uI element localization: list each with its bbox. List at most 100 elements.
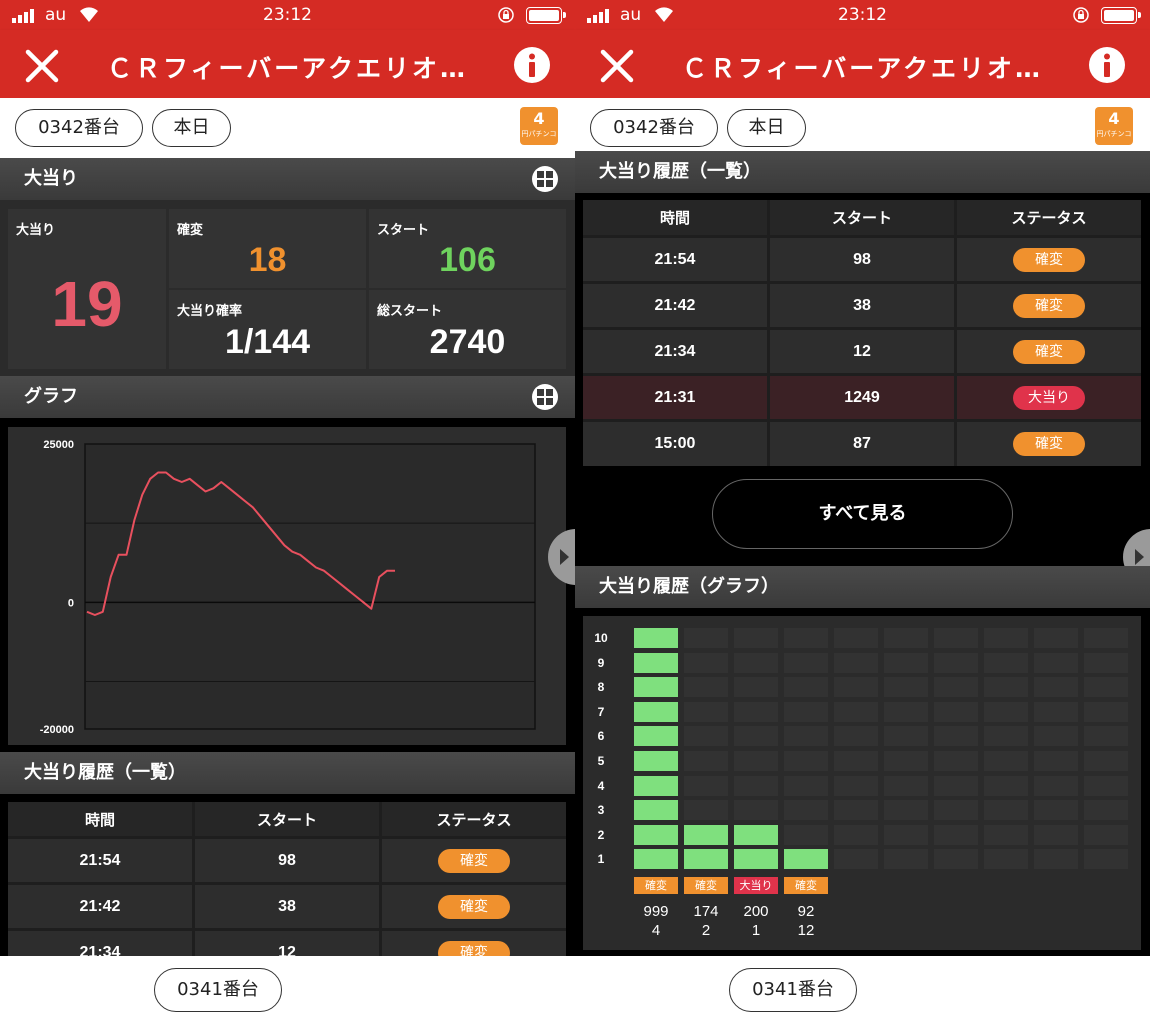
grid-cell xyxy=(734,751,778,771)
table-row[interactable]: 21:42 38 確変 xyxy=(583,284,1141,327)
grid-cell xyxy=(984,800,1028,821)
table-row[interactable]: 21:34 12 確変 xyxy=(583,330,1141,373)
stats-panel: 大当り 19 確変 18 スタート 106 大当り確率 1/144 総スタート … xyxy=(0,200,575,376)
grid-cell xyxy=(884,849,928,870)
info-icon[interactable] xyxy=(1088,46,1126,84)
grid-cell xyxy=(684,726,728,747)
grid-cell xyxy=(984,628,1028,648)
grid-cell xyxy=(834,701,878,722)
status-badge: 大当り xyxy=(1013,385,1085,410)
bar-segment xyxy=(634,677,678,698)
section-header-history-graph: 大当り履歴（グラフ） xyxy=(575,566,1150,608)
row-start: 12 xyxy=(770,330,954,373)
grid-cell xyxy=(784,628,828,648)
see-all-button[interactable]: すべて見る xyxy=(712,479,1013,549)
row-start: 1249 xyxy=(770,376,954,419)
grid-cell xyxy=(934,701,978,722)
grid-cell xyxy=(934,677,978,698)
grid-cell xyxy=(884,701,928,722)
grid-cell xyxy=(884,824,928,845)
machine-number-button[interactable]: 0342番台 xyxy=(590,109,718,147)
day-button[interactable]: 本日 xyxy=(152,109,231,147)
grid-cell xyxy=(834,726,878,747)
y-axis-label: 3 xyxy=(597,803,605,818)
grid-cell xyxy=(1084,800,1128,821)
day-button[interactable]: 本日 xyxy=(727,109,806,147)
bar-segment xyxy=(634,849,678,870)
grid-cell xyxy=(1084,775,1128,796)
plot-area xyxy=(84,443,536,730)
prev-machine-button[interactable]: 0341番台 xyxy=(729,968,857,1012)
row-status: 確変 xyxy=(957,238,1141,281)
grid-icon[interactable] xyxy=(532,166,558,192)
grid-cell xyxy=(984,751,1028,771)
row-status: 確変 xyxy=(957,422,1141,466)
grid-cell xyxy=(784,677,828,698)
grid-icon[interactable] xyxy=(532,384,558,410)
history-table: 時間 スタート ステータス 21:54 98 確変 21:42 38 確変 21… xyxy=(8,802,566,956)
machine-selector-bar: 0342番台 本日 4 円パチンコ xyxy=(0,98,575,158)
grid-cell xyxy=(684,751,728,771)
jackpot-count: 19 xyxy=(51,268,123,340)
battery-icon xyxy=(526,7,566,24)
table-row[interactable]: 21:31 1249 大当り xyxy=(583,376,1141,419)
grid-cell xyxy=(734,677,778,698)
row-time: 21:34 xyxy=(8,931,192,956)
y-axis-label: 8 xyxy=(597,680,605,695)
status-badge: 確変 xyxy=(1013,339,1085,364)
status-badge: 確変 xyxy=(1013,247,1085,272)
bar-status-tag: 大当り xyxy=(734,877,778,894)
grid-cell xyxy=(884,800,928,821)
close-icon[interactable] xyxy=(22,46,62,86)
rate-badge: 4 円パチンコ xyxy=(520,107,558,145)
grid-cell xyxy=(1034,726,1078,747)
bar-segment xyxy=(634,751,678,771)
machine-number-button[interactable]: 0342番台 xyxy=(15,109,143,147)
y-axis-label: 10 xyxy=(594,631,608,645)
bottom-bar: 0341番台 xyxy=(575,956,1150,1024)
grid-cell xyxy=(984,824,1028,845)
grid-cell xyxy=(1034,849,1078,870)
bottom-bar: 0341番台 xyxy=(0,956,575,1024)
grid-cell xyxy=(984,701,1028,722)
grid-cell xyxy=(984,849,1028,870)
prev-machine-button[interactable]: 0341番台 xyxy=(154,968,282,1012)
info-icon[interactable] xyxy=(513,46,551,84)
start-cell: スタート 106 xyxy=(369,209,566,288)
grid-cell xyxy=(834,824,878,845)
kakuhen-count: 18 xyxy=(248,241,287,279)
table-row[interactable]: 21:54 98 確変 xyxy=(8,839,566,882)
header-time: 時間 xyxy=(8,802,192,836)
grid-cell xyxy=(984,677,1028,698)
y-tick-label: 25000 xyxy=(43,439,74,451)
grid-cell xyxy=(1084,849,1128,870)
table-row[interactable]: 21:54 98 確変 xyxy=(583,238,1141,281)
left-screen: au 23:12 ＣＲフィーバーアクエリオ… 0342番台 本日 4 円パチンコ … xyxy=(0,0,575,1024)
row-status: 確変 xyxy=(957,284,1141,327)
table-row[interactable]: 15:00 87 確変 xyxy=(583,422,1141,466)
grid-cell xyxy=(1084,677,1128,698)
y-tick-label: -20000 xyxy=(40,724,74,736)
grid-cell xyxy=(934,652,978,673)
row-status: 確変 xyxy=(382,839,566,882)
table-row[interactable]: 21:42 38 確変 xyxy=(8,885,566,928)
grid-cell xyxy=(984,775,1028,796)
header-start: スタート xyxy=(770,200,954,235)
row-time: 21:54 xyxy=(583,238,767,281)
y-axis-label: 9 xyxy=(597,655,605,670)
y-axis-label: 4 xyxy=(597,778,605,793)
jackpot-count-cell: 大当り 19 xyxy=(8,209,166,369)
bar-status-tag: 確変 xyxy=(634,877,678,894)
grid-cell xyxy=(684,775,728,796)
rotation-lock-icon xyxy=(1073,7,1089,23)
row-start: 38 xyxy=(770,284,954,327)
grid-cell xyxy=(784,775,828,796)
bar-segment xyxy=(634,726,678,747)
bar-status-tag: 確変 xyxy=(784,877,828,894)
status-badge: 確変 xyxy=(1013,293,1085,318)
probability-value: 1/144 xyxy=(224,323,311,361)
close-icon[interactable] xyxy=(597,46,637,86)
table-row[interactable]: 21:34 12 確変 xyxy=(8,931,566,956)
nav-bar: ＣＲフィーバーアクエリオ… xyxy=(575,30,1150,98)
grid-cell xyxy=(934,800,978,821)
